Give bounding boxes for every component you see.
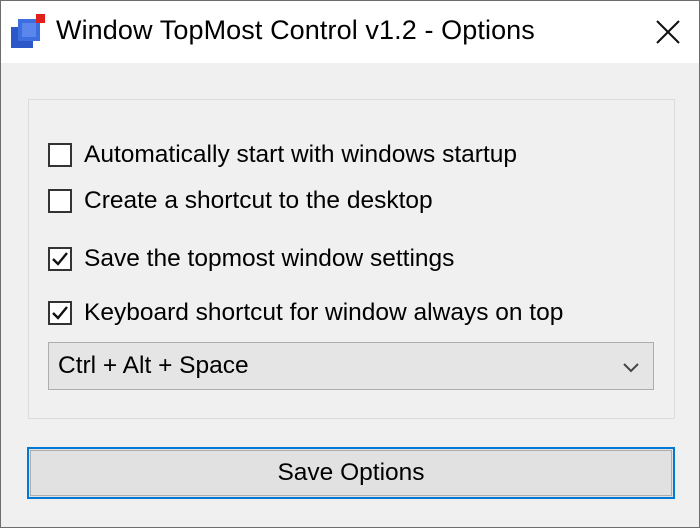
save-topmost-settings-label: Save the topmost window settings bbox=[84, 245, 455, 272]
close-icon bbox=[656, 20, 680, 44]
keyboard-shortcut-checkbox[interactable] bbox=[48, 301, 72, 325]
chevron-down-icon bbox=[623, 363, 639, 373]
window-title: Window TopMost Control v1.2 - Options bbox=[56, 15, 535, 45]
title-bar[interactable]: Window TopMost Control v1.2 - Options bbox=[1, 1, 699, 63]
options-window: Window TopMost Control v1.2 - Options Au… bbox=[0, 0, 700, 528]
desktop-shortcut-checkbox[interactable] bbox=[48, 189, 72, 213]
desktop-shortcut-option[interactable]: Create a shortcut to the desktop bbox=[48, 184, 433, 218]
autostart-option[interactable]: Automatically start with windows startup bbox=[48, 138, 517, 172]
keyboard-shortcut-label: Keyboard shortcut for window always on t… bbox=[84, 299, 564, 326]
save-options-label: Save Options bbox=[277, 459, 425, 486]
desktop-shortcut-label: Create a shortcut to the desktop bbox=[84, 187, 433, 214]
autostart-label: Automatically start with windows startup bbox=[84, 141, 517, 168]
hotkey-dropdown[interactable]: Ctrl + Alt + Space bbox=[48, 342, 654, 390]
hotkey-dropdown-value: Ctrl + Alt + Space bbox=[58, 352, 249, 379]
autostart-checkbox[interactable] bbox=[48, 143, 72, 167]
save-options-button[interactable]: Save Options bbox=[27, 447, 675, 499]
save-topmost-settings-checkbox[interactable] bbox=[48, 247, 72, 271]
close-button[interactable] bbox=[637, 1, 699, 63]
keyboard-shortcut-option[interactable]: Keyboard shortcut for window always on t… bbox=[48, 296, 563, 330]
save-topmost-settings-option[interactable]: Save the topmost window settings bbox=[48, 242, 454, 276]
app-icon bbox=[10, 13, 46, 49]
